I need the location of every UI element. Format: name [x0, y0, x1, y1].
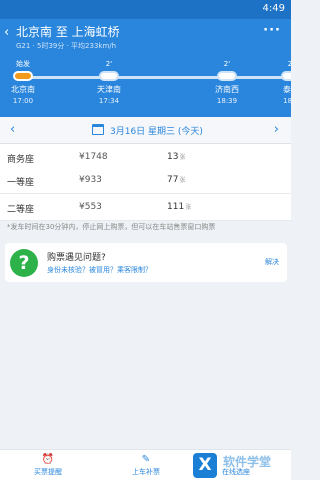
- seat-class: 二等座: [7, 205, 35, 215]
- watermark-text: 软件学堂: [223, 455, 272, 469]
- station-name: 北京南: [11, 85, 35, 94]
- seat-price: ¥933: [79, 175, 102, 185]
- more-dots-icon[interactable]: ···: [263, 23, 281, 38]
- station-stop-label: 2': [105, 60, 113, 68]
- prev-day-icon[interactable]: ‹: [10, 122, 15, 137]
- seat-row[interactable]: 一等座 ¥933 77张: [0, 167, 291, 194]
- status-bar: 4:49: [0, 0, 291, 19]
- station-dot: [99, 71, 119, 81]
- alarm-clock-icon: ⏰: [41, 454, 55, 465]
- station-dot: [13, 71, 33, 81]
- station-name: 济南西: [215, 85, 239, 94]
- question-icon: ?: [10, 249, 38, 277]
- help-description: 身份未核验？被冒用？乘客限制？: [47, 266, 152, 274]
- ticket-icon: ✎: [141, 454, 151, 465]
- station-dot: [217, 71, 237, 81]
- help-title: 购票遇见问题?: [47, 253, 106, 263]
- watermark-logo-icon: X: [193, 453, 217, 478]
- seat-price: ¥553: [79, 202, 102, 212]
- status-time: 4:49: [262, 3, 285, 14]
- seat-count-unit: 张: [185, 204, 192, 211]
- station-item[interactable]: 2' 天津南 17:34: [84, 59, 134, 105]
- station-item[interactable]: 2' 济南西 18:39: [202, 59, 252, 105]
- station-time: 18:5: [283, 97, 291, 105]
- seat-class: 商务座: [7, 155, 35, 165]
- purchase-notice: *发车时间在30分钟内，停止网上购票，但可以在车站售票窗口购票: [7, 223, 216, 231]
- station-time: 17:34: [98, 97, 120, 105]
- station-stop-label: 2': [223, 60, 231, 68]
- station-time: 17:00: [12, 97, 34, 105]
- station-stop-label: 2': [287, 60, 291, 68]
- station-dot: [281, 71, 291, 81]
- watermark: X 软件学堂: [193, 451, 291, 480]
- seat-count-unit: 张: [179, 154, 186, 161]
- route-title: 北京南 至 上海虹桥: [16, 25, 120, 39]
- chevron-left-icon[interactable]: ‹: [4, 25, 9, 40]
- header: ‹ 北京南 至 上海虹桥 G21 · 5时39分 · 平均233km/h ···: [0, 19, 291, 59]
- tab-label: 上车补票: [132, 468, 160, 476]
- tab-onboard-ticket[interactable]: ✎ 上车补票: [106, 450, 186, 480]
- seat-count-value: 13: [167, 152, 179, 162]
- seat-availability: 111张: [167, 202, 191, 212]
- station-time: 18:39: [216, 97, 238, 105]
- station-name: 天津南: [97, 85, 121, 94]
- seat-price: ¥1748: [79, 152, 108, 162]
- date-selector: ‹ 3月16日 星期三 (今天) ›: [0, 117, 291, 144]
- station-stop-label: 始发: [16, 60, 30, 68]
- route-subtitle: G21 · 5时39分 · 平均233km/h: [16, 42, 117, 50]
- seat-availability: 77张: [167, 175, 185, 185]
- station-item[interactable]: 始发 北京南 17:00: [0, 59, 48, 105]
- help-card[interactable]: ? 购票遇见问题? 身份未核验？被冒用？乘客限制？ 解决: [5, 243, 287, 282]
- calendar-icon[interactable]: [92, 124, 104, 135]
- next-day-icon[interactable]: ›: [274, 122, 279, 137]
- current-date[interactable]: 3月16日 星期三 (今天): [110, 124, 203, 137]
- seat-count-value: 77: [167, 175, 179, 185]
- station-name: 泰安: [283, 85, 291, 94]
- seat-count-value: 111: [167, 202, 185, 212]
- tab-ticket-reminder[interactable]: ⏰ 买票提醒: [8, 450, 88, 480]
- seat-row[interactable]: 二等座 ¥553 111张: [0, 194, 291, 221]
- resolve-link[interactable]: 解决: [265, 257, 279, 267]
- seat-count-unit: 张: [179, 177, 186, 184]
- station-strip[interactable]: 始发 北京南 17:00 2' 天津南 17:34 2' 济南西 18:39 2…: [0, 59, 291, 117]
- tab-label: 买票提醒: [34, 468, 62, 476]
- station-item[interactable]: 2' 泰安 18:5: [266, 59, 291, 105]
- seat-availability: 13张: [167, 152, 185, 162]
- seat-class: 一等座: [7, 178, 35, 188]
